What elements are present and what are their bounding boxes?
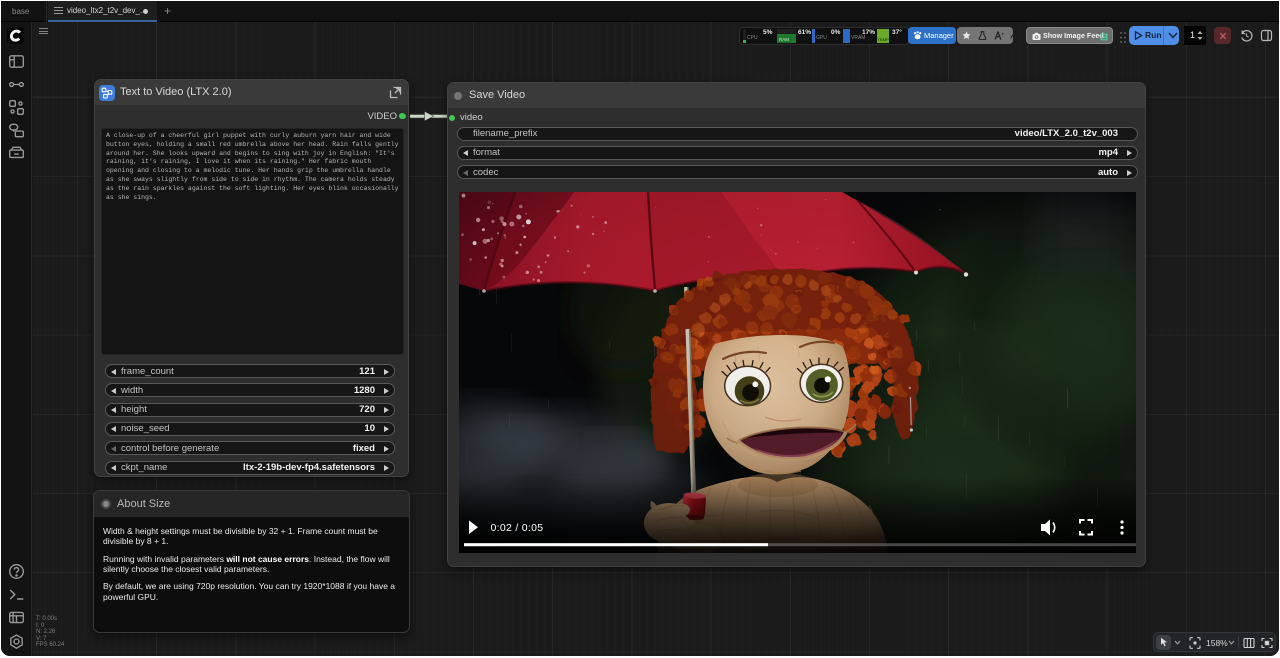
svg-text:0:02 / 0:05: 0:02 / 0:05	[491, 522, 544, 534]
